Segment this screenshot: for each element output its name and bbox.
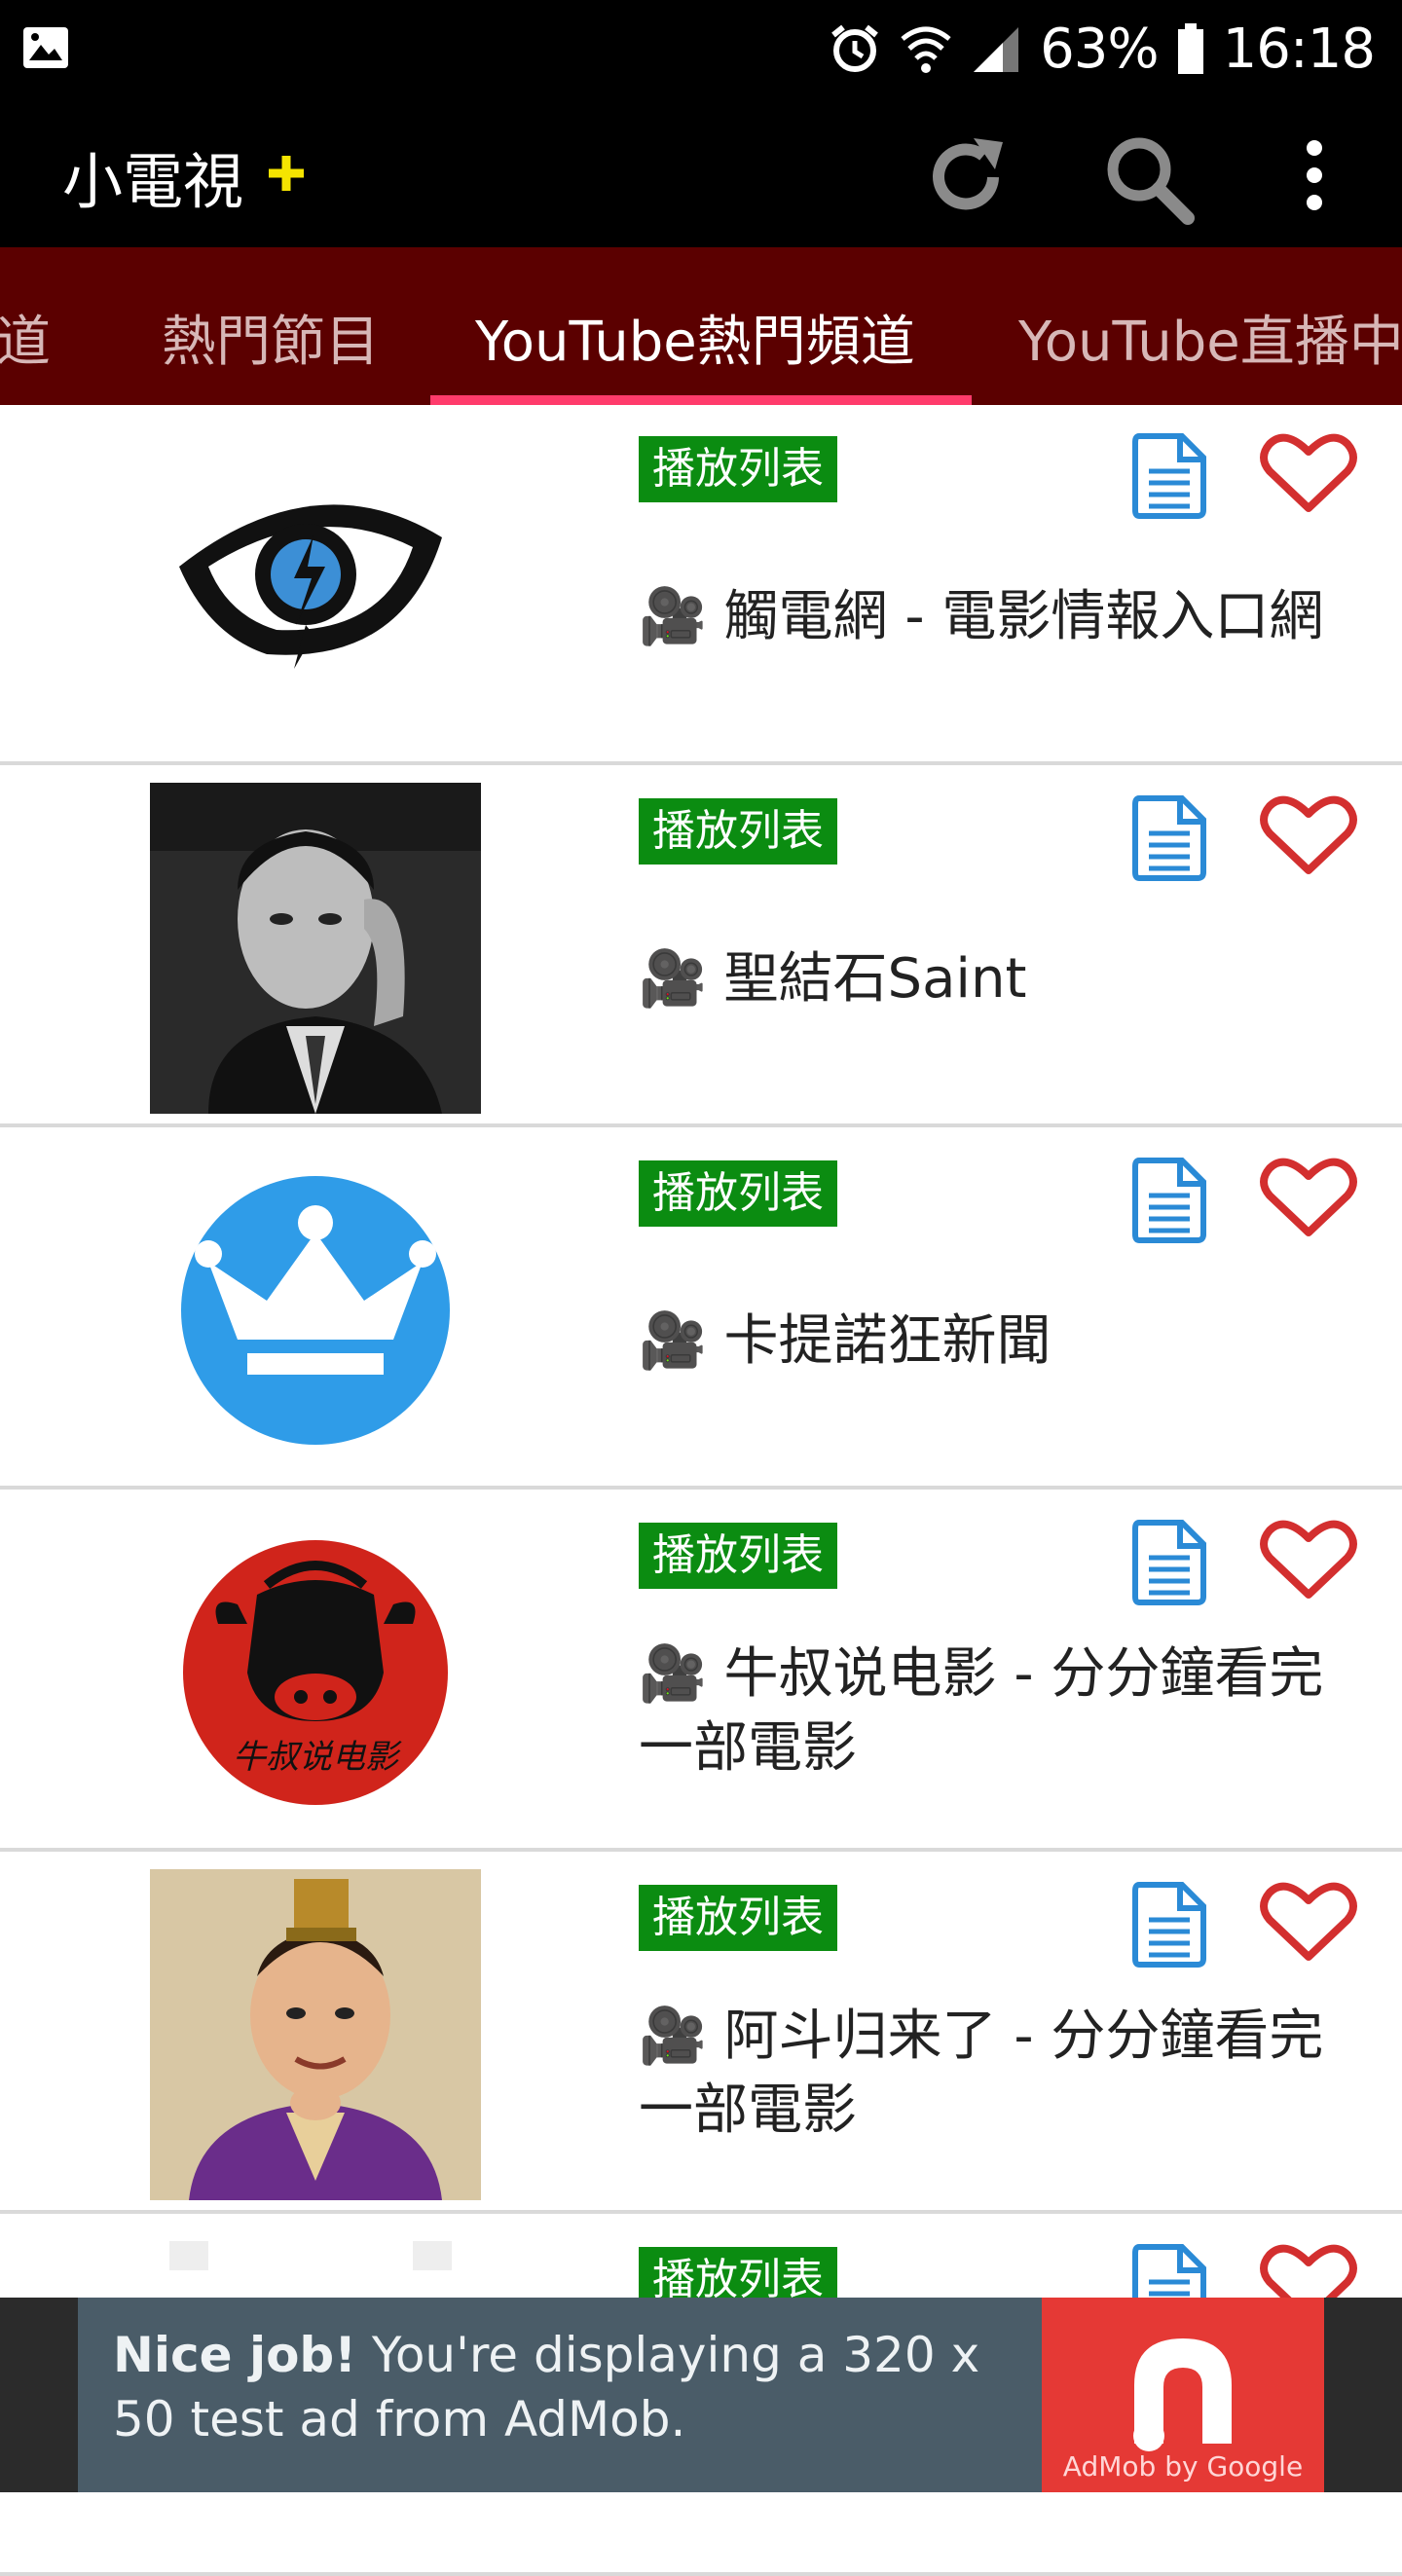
channel-title: 🎥 阿斗归来了 - 分分鐘看完 一部電影 <box>639 2005 1324 2142</box>
list-item[interactable]: 牛叔说电影 播放列表 🎥 牛叔说电影 - 分分鐘看完 一部電影 <box>0 1491 1402 1852</box>
truemovie-logo <box>150 421 481 752</box>
document-icon[interactable] <box>1131 432 1209 520</box>
refresh-icon[interactable] <box>919 130 1013 224</box>
ad-banner[interactable]: Nice job! You're displaying a 320 x 50 t… <box>0 2298 1402 2492</box>
tab-channels[interactable]: 頻道 <box>0 298 51 377</box>
plus-icon[interactable] <box>267 154 306 193</box>
tab-indicator <box>430 395 972 405</box>
wifi-icon <box>901 26 951 73</box>
list-item[interactable]: 播放列表 🎥 卡提諾狂新聞 <box>0 1129 1402 1490</box>
tab-youtube-live[interactable]: YouTube直播中 <box>1018 298 1402 377</box>
ad-content[interactable]: Nice job! You're displaying a 320 x 50 t… <box>78 2298 1042 2492</box>
avatar-illustration <box>150 1869 481 2200</box>
tab-youtube-hot-channels[interactable]: YouTube熱門頻道 <box>475 298 915 377</box>
ad-headline: Nice job! <box>113 2327 357 2383</box>
app-bar: 小電視 <box>0 97 1402 247</box>
playlist-badge[interactable]: 播放列表 <box>639 798 837 865</box>
channel-thumbnail <box>150 421 481 752</box>
channel-title: 🎥 卡提諾狂新聞 <box>639 1309 1052 1373</box>
app-title: 小電視 <box>62 146 244 217</box>
list-item[interactable]: 播放列表 🎥 觸電網 - 電影情報入口網 <box>0 405 1402 765</box>
heart-icon[interactable] <box>1260 1155 1357 1238</box>
clock: 16:18 <box>1222 17 1376 81</box>
heart-icon[interactable] <box>1260 792 1357 876</box>
ad-logo-text: AdMob by Google <box>1062 2450 1304 2483</box>
heart-icon[interactable] <box>1260 430 1357 514</box>
battery-percent: 63% <box>1040 17 1159 81</box>
channel-thumbnail: 牛叔说电影 <box>150 1507 481 1838</box>
tab-bar: 頻道 熱門節目 YouTube熱門頻道 YouTube直播中 <box>0 247 1402 405</box>
crown-logo <box>150 1145 481 1476</box>
playlist-badge[interactable]: 播放列表 <box>639 436 837 502</box>
document-icon[interactable] <box>1131 1157 1209 1244</box>
battery-icon <box>1177 23 1203 74</box>
ad-text: Nice job! You're displaying a 320 x 50 t… <box>113 2323 1028 2451</box>
list-item[interactable]: 播放列表 🎥 阿斗归来了 - 分分鐘看完 一部電影 <box>0 1854 1402 2214</box>
heart-icon[interactable] <box>1260 1517 1357 1601</box>
channel-title: 🎥 牛叔说电影 - 分分鐘看完 一部電影 <box>639 1642 1324 1780</box>
tab-hot-programs[interactable]: 熱門節目 <box>162 298 380 377</box>
admob-logo[interactable]: AdMob by Google <box>1042 2298 1324 2492</box>
ox-logo: 牛叔说电影 <box>150 1507 481 1838</box>
channel-thumbnail <box>150 783 481 1114</box>
document-icon[interactable] <box>1131 794 1209 882</box>
heart-icon[interactable] <box>1260 1879 1357 1963</box>
channel-thumbnail <box>150 1145 481 1476</box>
status-bar: 63% 16:18 <box>0 0 1402 97</box>
gallery-icon <box>23 27 68 68</box>
channel-title: 🎥 聖結石Saint <box>639 947 1027 1011</box>
channel-thumbnail <box>150 1869 481 2200</box>
search-icon[interactable] <box>1100 130 1198 228</box>
document-icon[interactable] <box>1131 1881 1209 1969</box>
portrait-photo <box>150 783 481 1114</box>
more-icon[interactable] <box>1295 136 1334 214</box>
playlist-badge[interactable]: 播放列表 <box>639 1523 837 1589</box>
signal-icon <box>974 27 1019 72</box>
list-item[interactable]: 播放列表 🎥 聖結石Saint <box>0 767 1402 1127</box>
alarm-icon <box>831 24 879 72</box>
playlist-badge[interactable]: 播放列表 <box>639 1885 837 1951</box>
document-icon[interactable] <box>1131 1519 1209 1606</box>
svg-text:牛叔说电影: 牛叔说电影 <box>233 1738 402 1777</box>
channel-title: 🎥 觸電網 - 電影情報入口網 <box>639 585 1324 648</box>
playlist-badge[interactable]: 播放列表 <box>639 1160 837 1227</box>
